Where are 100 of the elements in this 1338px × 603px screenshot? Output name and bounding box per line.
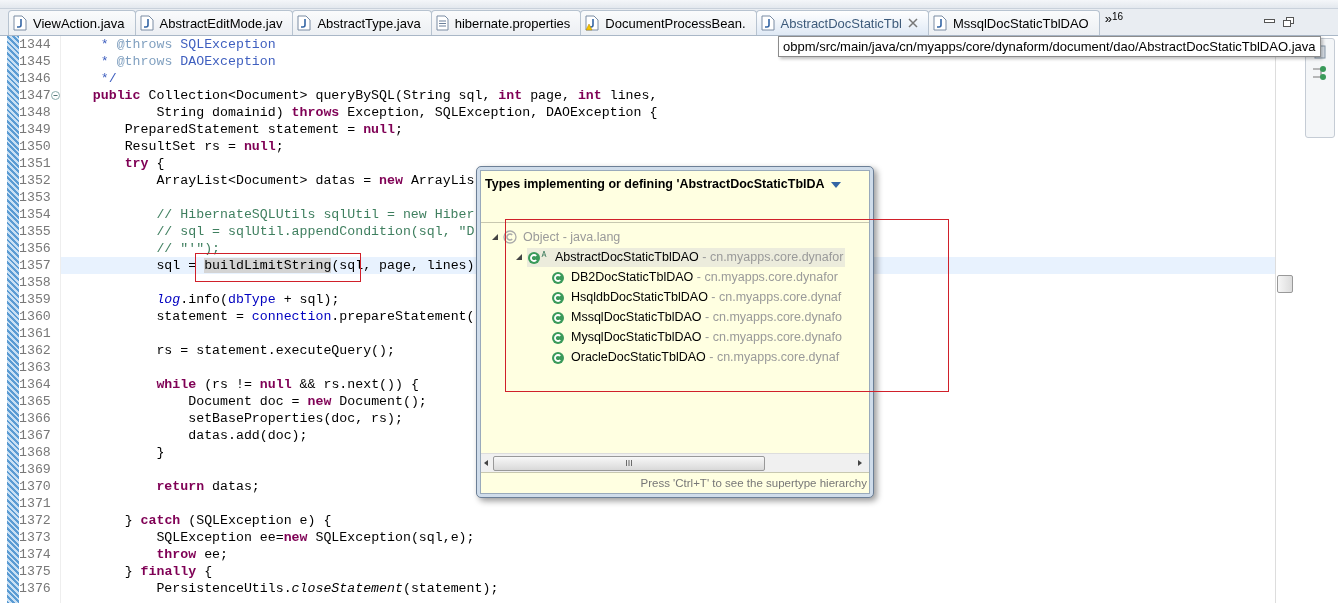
keyword: null	[243, 139, 276, 154]
keyword: new	[283, 530, 308, 545]
code-comment: // sql = sqlUtil.appendCondition(sql, "D	[156, 224, 475, 239]
line-number: 1374	[19, 546, 51, 563]
keyword: try	[124, 156, 149, 171]
line-number: 1350	[19, 138, 51, 155]
line-number: 1361	[19, 325, 51, 342]
editor-tab[interactable]: AbstractEditMode.jav	[134, 10, 294, 35]
keyword: throws	[291, 105, 340, 120]
class-icon	[503, 230, 517, 244]
code-text: ResultSet rs =	[124, 139, 237, 154]
maximize-icon[interactable]	[1283, 17, 1294, 27]
line-number: 1373	[19, 529, 51, 546]
code-text: PersistenceUtils.	[156, 581, 292, 596]
code-text: ArrayList<Document> datas =	[156, 173, 373, 188]
code-text: (rs !=	[204, 377, 253, 392]
close-icon[interactable]	[907, 18, 918, 28]
code-text: String domainid)	[156, 105, 285, 120]
hierarchy-icon[interactable]	[1312, 65, 1328, 81]
scrollbar-thumb[interactable]: III	[493, 455, 765, 471]
doc-comment: SQLException	[180, 37, 276, 52]
editor-tab[interactable]: ViewAction.java	[8, 10, 136, 35]
file-path-tooltip: obpm/src/main/java/cn/myapps/core/dynaform/document/dao/AbstractDocStaticTblDAO.java	[778, 36, 1321, 57]
line-number: 1367	[19, 427, 51, 444]
keyword: throw	[156, 547, 197, 562]
code-text: ArrayLis	[410, 173, 475, 188]
class-icon	[551, 329, 565, 345]
field-name: log	[156, 292, 181, 307]
code-text: Collection<Document> queryBySQL(String sql,	[148, 88, 492, 103]
line-number: 1371	[19, 495, 51, 512]
expanded-arrow-icon[interactable]	[515, 253, 523, 261]
abstract-class-icon	[527, 249, 549, 265]
line-number: 1355	[19, 223, 51, 240]
type-tree-item[interactable]: MysqlDocStaticTblDAO - cn.myapps.core.dynafo	[551, 327, 844, 347]
code-text: }	[124, 564, 134, 579]
code-text: datas;	[212, 479, 260, 494]
line-number: 1349	[19, 121, 51, 138]
code-text: SQLException(sql,e);	[315, 530, 475, 545]
code-text: Document();	[339, 394, 427, 409]
code-text: .prepareStatement(	[331, 309, 475, 324]
code-text: page,	[530, 88, 571, 103]
field-name: dbType	[228, 292, 276, 307]
text-file-icon	[435, 15, 449, 31]
doc-comment: DAOException	[180, 54, 276, 69]
line-number: 1353	[19, 189, 51, 206]
keyword: catch	[140, 513, 181, 528]
keyword: int	[577, 88, 602, 103]
keyword: while	[156, 377, 197, 392]
class-icon	[551, 269, 565, 285]
java-file-icon	[760, 15, 775, 31]
keyword: finally	[140, 564, 197, 579]
editor-tab[interactable]: AbstractType.java	[292, 10, 432, 35]
expanded-arrow-icon[interactable]	[491, 233, 499, 241]
code-text: ;	[275, 139, 284, 154]
line-number: 1364	[19, 376, 51, 393]
doc-tag: @throws	[116, 37, 173, 52]
code-text: (statement);	[402, 581, 499, 596]
type-tree-item[interactable]: AbstractDocStaticTblDAO - cn.myapps.core.dynafor	[527, 247, 846, 267]
code-text: datas.add(doc);	[188, 428, 308, 443]
fold-icon[interactable]	[50, 91, 60, 100]
type-tree-item[interactable]: DB2DocStaticTblDAO - cn.myapps.core.dynafor	[551, 267, 840, 287]
minimize-icon[interactable]	[1264, 17, 1275, 25]
editor-tab[interactable]: MssqlDocStaticTblDAO	[927, 10, 1100, 35]
keyword: int	[498, 88, 523, 103]
line-number: 1363	[19, 359, 51, 376]
editor-tab[interactable]: hibernate.properties	[430, 10, 582, 35]
editor-tab[interactable]: AbstractDocStaticTbl	[755, 10, 929, 35]
class-icon	[551, 349, 565, 365]
popup-hint: Press 'Ctrl+T' to see the supertype hierarchy	[481, 472, 869, 493]
class-icon	[551, 309, 565, 325]
editor-tab[interactable]: DocumentProcessBean.	[580, 10, 757, 35]
code-text: && rs.next()) {	[299, 377, 419, 392]
line-number: 1346	[19, 70, 51, 87]
doc-tag: @throws	[116, 54, 173, 69]
doc-comment: *	[100, 37, 110, 52]
code-text: (SQLException e) {	[188, 513, 332, 528]
doc-comment: */	[100, 71, 117, 86]
code-text: {	[204, 564, 213, 579]
code-text: + sql);	[283, 292, 340, 307]
code-text: .info(	[180, 292, 228, 307]
dropdown-icon[interactable]	[830, 181, 841, 189]
code-text: Exception, SQLException, DAOException {	[347, 105, 658, 120]
line-number: 1376	[19, 580, 51, 597]
type-tree-item[interactable]: OracleDocStaticTblDAO - cn.myapps.core.dynaf	[551, 347, 842, 367]
line-number: 1344	[19, 36, 51, 53]
code-text: PreparedStatement statement =	[124, 122, 357, 137]
code-text: }	[156, 445, 165, 460]
type-tree-item[interactable]: HsqldbDocStaticTblDAO - cn.myapps.core.dynaf	[551, 287, 844, 307]
line-number: 1348	[19, 104, 51, 121]
line-number: 1359	[19, 291, 51, 308]
code-text: rs = statement.executeQuery();	[156, 343, 395, 358]
line-number: 1354	[19, 206, 51, 223]
line-number: 1351	[19, 155, 51, 172]
scrollbar-thumb[interactable]	[1277, 275, 1293, 293]
type-tree-item[interactable]: MssqlDocStaticTblDAO - cn.myapps.core.dynafo	[551, 307, 844, 327]
code-text: lines,	[609, 88, 658, 103]
keyword: return	[156, 479, 205, 494]
code-text: SQLException ee=	[156, 530, 284, 545]
line-number: 1368	[19, 444, 51, 461]
java-file-icon	[932, 15, 947, 31]
